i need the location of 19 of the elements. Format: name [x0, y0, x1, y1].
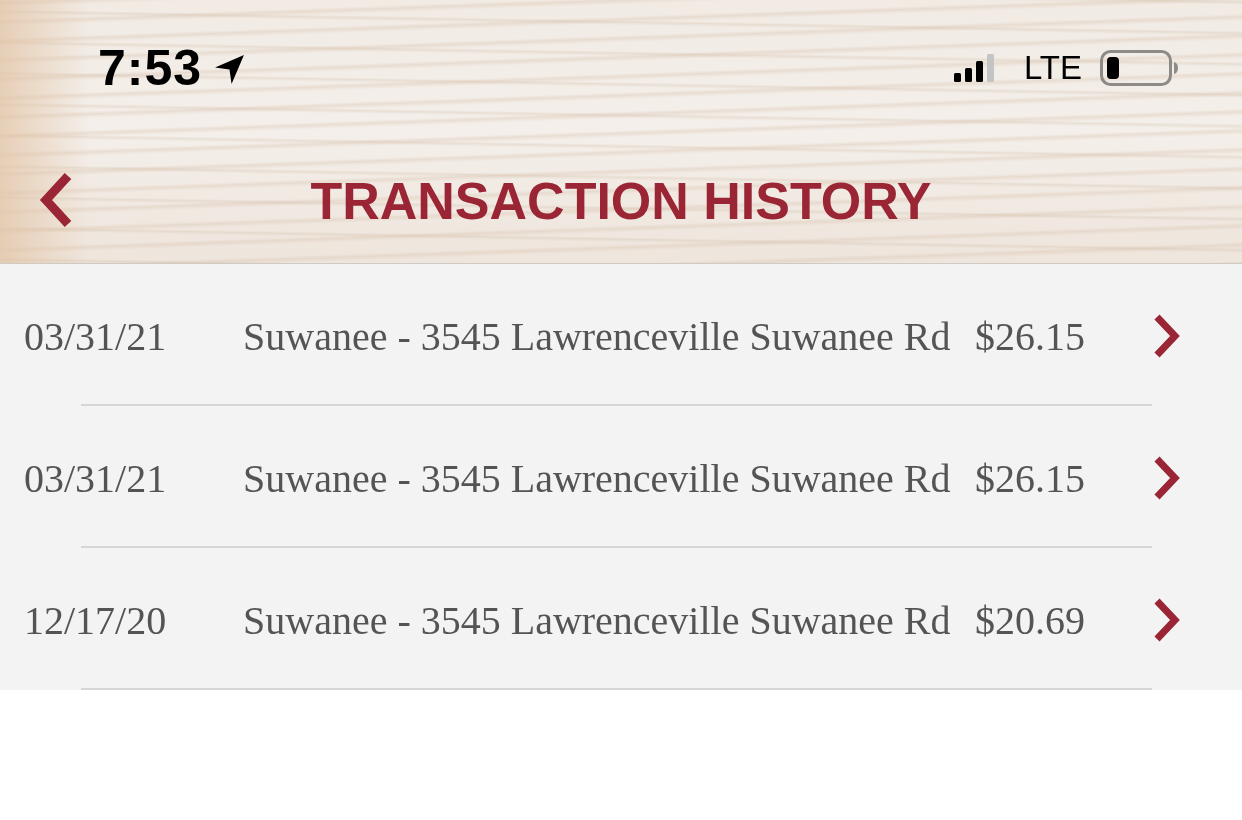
transaction-date: 03/31/21 [24, 312, 168, 360]
page-title: TRANSACTION HISTORY [310, 170, 932, 231]
transaction-location: Suwanee - 3545 Lawrenceville Suwanee Rd [243, 312, 952, 360]
transaction-amount: $26.15 [975, 312, 1086, 360]
transaction-location: Suwanee - 3545 Lawrenceville Suwanee Rd [243, 596, 952, 644]
transaction-amount: $26.15 [975, 454, 1086, 502]
chevron-right-icon[interactable] [1153, 456, 1181, 500]
location-arrow-icon [214, 53, 246, 85]
transaction-location: Suwanee - 3545 Lawrenceville Suwanee Rd [243, 454, 952, 502]
chevron-right-icon[interactable] [1153, 314, 1181, 358]
transaction-amount: $20.69 [975, 596, 1086, 644]
network-label: LTE [1023, 49, 1082, 87]
status-time: 7:53 [98, 39, 203, 97]
transaction-date: 03/31/21 [24, 454, 168, 502]
signal-icon [953, 54, 994, 82]
battery-icon [1100, 50, 1178, 86]
transaction-date: 12/17/20 [24, 596, 168, 644]
chevron-left-icon [38, 171, 72, 228]
chevron-right-icon[interactable] [1153, 598, 1181, 642]
